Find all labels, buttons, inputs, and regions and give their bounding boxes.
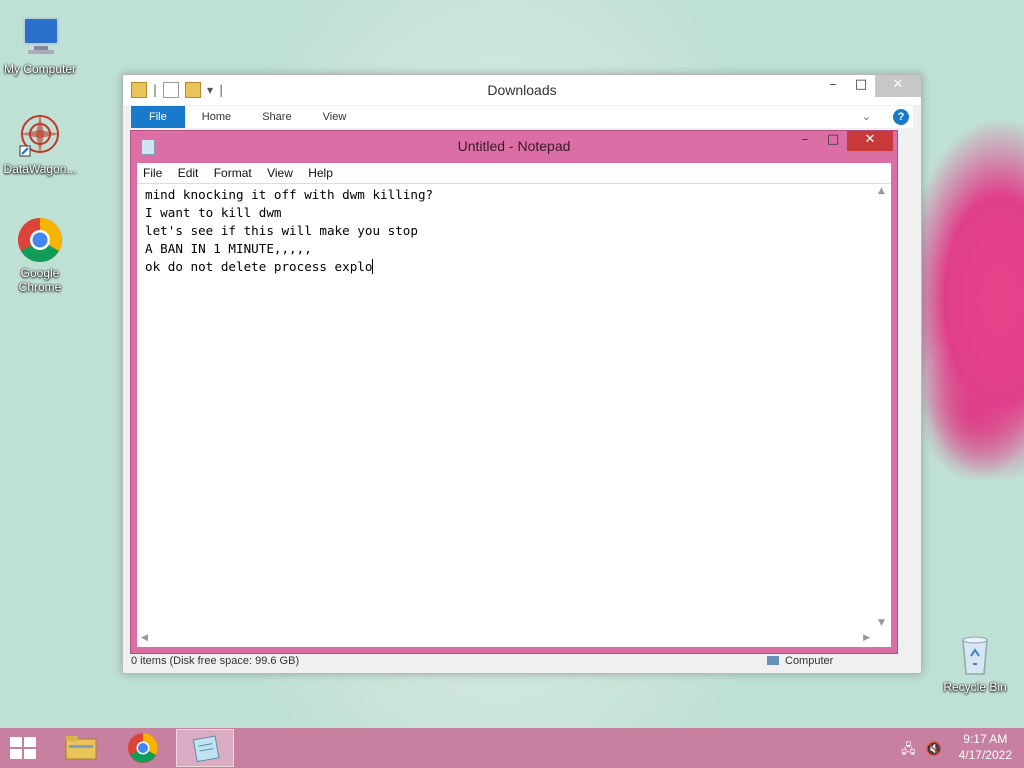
- chrome-icon: [128, 733, 158, 763]
- status-bar: 0 items (Disk free space: 99.6 GB) Compu…: [131, 655, 913, 667]
- taskbar: 🖧 🔇 9:17 AM 4/17/2022: [0, 728, 1024, 768]
- desktop-icon-my-computer[interactable]: My Computer: [0, 12, 80, 76]
- chevron-down-icon[interactable]: ⌄: [848, 106, 885, 128]
- folder-icon: [65, 736, 97, 760]
- menu-edit[interactable]: Edit: [172, 163, 205, 183]
- status-location: Computer: [767, 655, 833, 667]
- text-line-with-caret: ok do not delete process explo: [145, 258, 871, 276]
- tab-share[interactable]: Share: [248, 106, 305, 128]
- text-line: let's see if this will make you stop: [145, 223, 418, 238]
- recycle-bin-icon: [951, 630, 999, 678]
- tab-view[interactable]: View: [309, 106, 361, 128]
- menu-bar: File Edit Format View Help: [137, 163, 891, 183]
- notepad-titlebar[interactable]: Untitled - Notepad – □ ✕: [131, 131, 897, 161]
- scroll-left-icon[interactable]: ◀: [141, 633, 148, 643]
- minimize-button[interactable]: –: [791, 131, 819, 151]
- taskbar-file-explorer[interactable]: [52, 729, 110, 767]
- text-caret: [372, 259, 374, 274]
- close-button[interactable]: ✕: [875, 75, 921, 97]
- computer-icon: [16, 12, 64, 60]
- desktop-icon-label: My Computer: [3, 62, 77, 76]
- computer-small-icon: [767, 656, 779, 665]
- text-line: A BAN IN 1 MINUTE,,,,,: [145, 241, 312, 256]
- tab-file[interactable]: File: [131, 106, 185, 128]
- window-title: Untitled - Notepad: [457, 138, 571, 154]
- text-line: mind knocking it off with dwm killing?: [145, 187, 434, 202]
- menu-format[interactable]: Format: [208, 163, 258, 183]
- taskbar-notepad[interactable]: [176, 729, 234, 767]
- desktop-icon-google-chrome[interactable]: Google Chrome: [0, 216, 80, 294]
- network-icon[interactable]: 🖧: [901, 742, 916, 757]
- explorer-titlebar[interactable]: | ▾ | Downloads – □ ✕: [123, 75, 921, 105]
- volume-muted-icon[interactable]: 🔇: [926, 742, 942, 757]
- close-button[interactable]: ✕: [847, 131, 893, 151]
- help-icon[interactable]: ?: [893, 109, 909, 125]
- datawagon-icon: [16, 112, 64, 160]
- start-button[interactable]: [10, 737, 38, 761]
- menu-view[interactable]: View: [261, 163, 299, 183]
- text-line: ok do not delete process explo: [145, 259, 373, 274]
- editor-content[interactable]: mind knocking it off with dwm killing? I …: [145, 186, 871, 627]
- scroll-down-icon[interactable]: ▼: [878, 618, 885, 628]
- desktop-icon-label: DataWagon...: [3, 162, 77, 176]
- clock[interactable]: 9:17 AM 4/17/2022: [959, 731, 1012, 763]
- chrome-icon: [16, 216, 64, 264]
- status-item-count: 0 items (Disk free space: 99.6 GB): [131, 655, 300, 667]
- notepad-icon: [192, 735, 220, 763]
- clock-date: 4/17/2022: [958, 748, 1012, 762]
- notepad-window[interactable]: Untitled - Notepad – □ ✕ File Edit Forma…: [130, 130, 898, 654]
- desktop-icon-label: Google Chrome: [18, 266, 62, 294]
- text-line: I want to kill dwm: [145, 205, 282, 220]
- ribbon-tabs: File Home Share View ⌄ ?: [131, 106, 913, 128]
- clock-time: 9:17 AM: [963, 732, 1008, 746]
- menu-file[interactable]: File: [137, 163, 168, 183]
- text-editor[interactable]: mind knocking it off with dwm killing? I …: [137, 183, 891, 647]
- tab-home[interactable]: Home: [188, 106, 245, 128]
- horizontal-scrollbar[interactable]: ◀ ▶: [137, 630, 874, 647]
- maximize-button[interactable]: □: [847, 75, 875, 97]
- vertical-scrollbar[interactable]: ▲ ▼: [874, 184, 891, 630]
- desktop-icon-recycle-bin[interactable]: Recycle Bin: [935, 630, 1015, 694]
- minimize-button[interactable]: –: [819, 75, 847, 97]
- system-tray: 🖧 🔇: [901, 740, 942, 762]
- taskbar-google-chrome[interactable]: [114, 729, 172, 767]
- desktop-icon-datawagon[interactable]: DataWagon...: [0, 112, 80, 176]
- maximize-button[interactable]: □: [819, 131, 847, 151]
- window-title: Downloads: [487, 82, 557, 98]
- desktop-icon-label: Recycle Bin: [943, 680, 1007, 694]
- scroll-right-icon[interactable]: ▶: [863, 633, 870, 643]
- menu-help[interactable]: Help: [302, 163, 339, 183]
- scroll-up-icon[interactable]: ▲: [878, 186, 885, 196]
